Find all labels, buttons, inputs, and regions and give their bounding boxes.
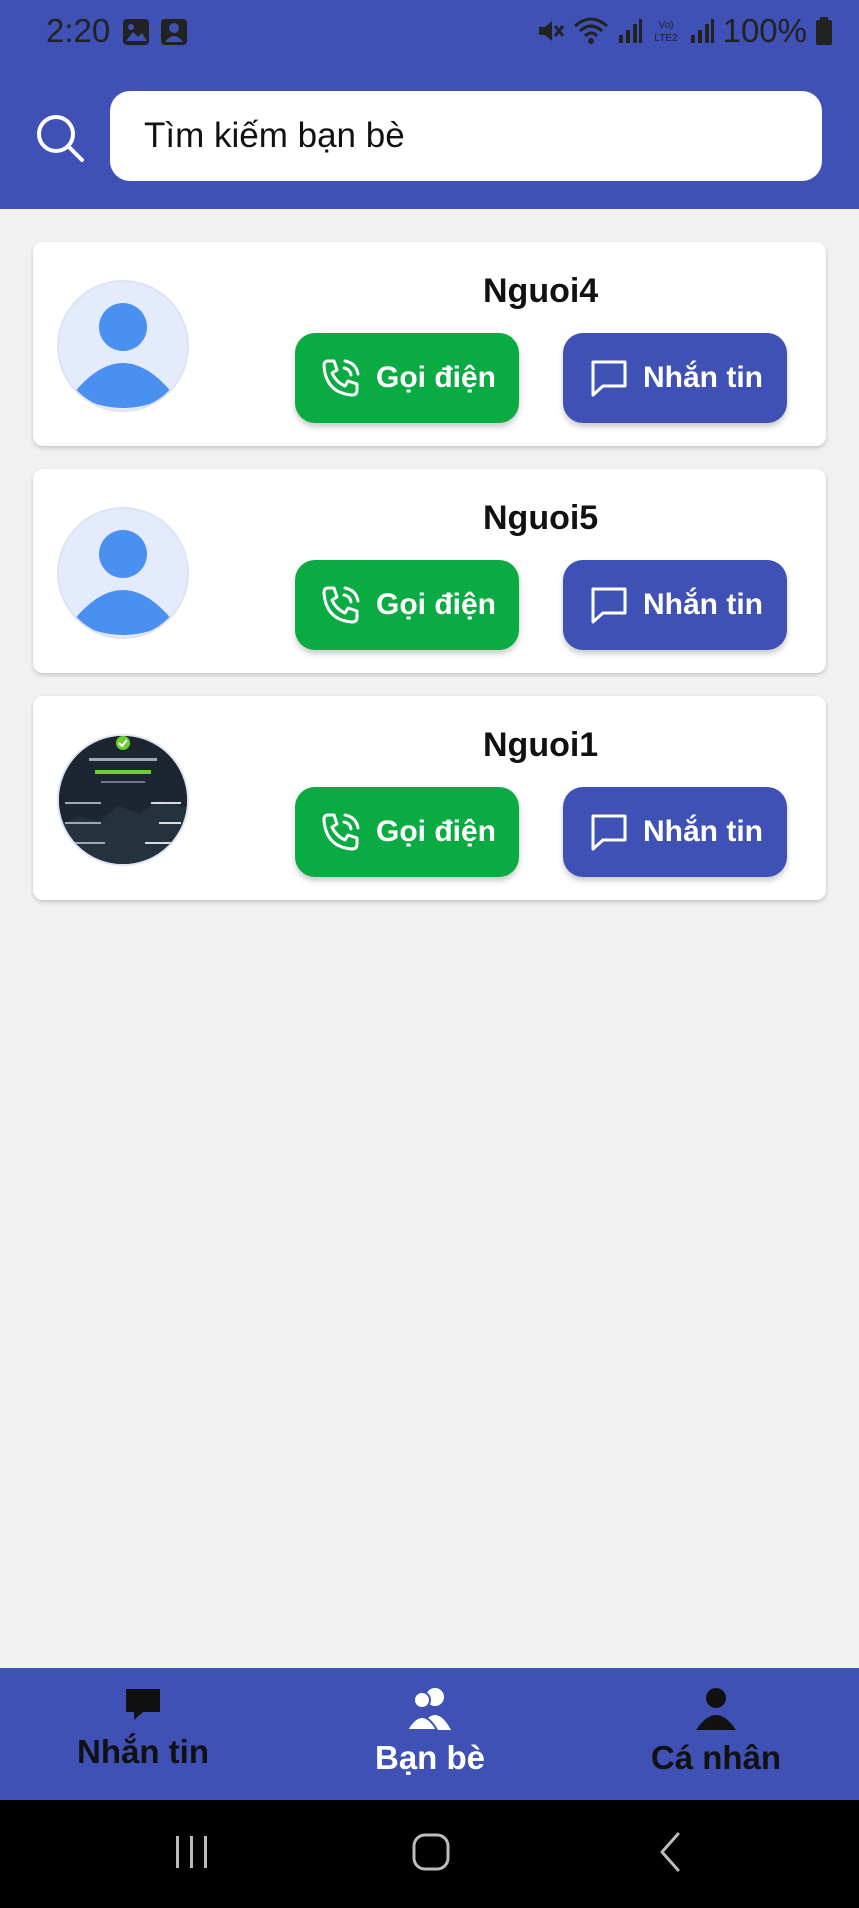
home-icon[interactable]: [410, 1830, 452, 1874]
message-button[interactable]: Nhắn tin: [563, 560, 787, 650]
back-icon[interactable]: [656, 1830, 686, 1874]
chat-bubble-icon: [591, 814, 627, 851]
friend-card: Nguoi5 Gọi điện Nhắn tin: [33, 469, 826, 673]
signal-icon: [690, 19, 714, 43]
recent-apps-icon[interactable]: [172, 1830, 212, 1874]
gallery-icon: [123, 19, 149, 45]
photo-avatar: [57, 734, 189, 866]
phone-call-icon: [322, 813, 360, 851]
svg-text:Vo): Vo): [658, 20, 673, 31]
call-button-label: Gọi điện: [376, 361, 496, 394]
phone-call-icon: [322, 359, 360, 397]
message-button[interactable]: Nhắn tin: [563, 333, 787, 423]
svg-text:LTE2: LTE2: [654, 33, 678, 44]
message-button-label: Nhắn tin: [643, 588, 763, 621]
nav-tab-friends[interactable]: Bạn bè: [330, 1686, 530, 1777]
wifi-icon: [573, 17, 608, 44]
contact-icon: [161, 19, 187, 45]
call-button[interactable]: Gọi điện: [295, 560, 519, 650]
friend-card: Nguoi4 Gọi điện Nhắn tin: [33, 242, 826, 446]
nav-tab-label: Bạn bè: [374, 1739, 486, 1776]
friend-name: Nguoi5: [483, 499, 599, 537]
nav-tab-messages[interactable]: Nhắn tin: [43, 1686, 243, 1771]
friend-name: Nguoi1: [483, 726, 599, 764]
default-avatar: [57, 280, 189, 412]
nav-tab-profile[interactable]: Cá nhân: [616, 1686, 816, 1777]
friend-name: Nguoi4: [483, 272, 599, 310]
person-icon: [696, 1688, 736, 1730]
volte-icon: Vo) LTE2: [654, 20, 678, 44]
status-bar: 2:20 Vo) LTE2 100%: [0, 0, 859, 64]
battery-percent: 100%: [722, 12, 807, 49]
friend-card: Nguoi1 Gọi điện Nhắn tin: [33, 696, 826, 900]
call-button[interactable]: Gọi điện: [295, 787, 519, 877]
call-button-label: Gọi điện: [376, 588, 496, 621]
chat-icon: [126, 1689, 160, 1720]
system-nav-bar: [0, 1800, 859, 1908]
signal-icon: [618, 19, 642, 43]
phone-call-icon: [322, 586, 360, 624]
chat-bubble-icon: [591, 360, 627, 397]
call-button-label: Gọi điện: [376, 815, 496, 848]
friends-icon: [405, 1688, 451, 1731]
mute-icon: [538, 21, 564, 41]
message-button[interactable]: Nhắn tin: [563, 787, 787, 877]
bottom-nav: Nhắn tin Bạn bè Cá nhân: [0, 1668, 859, 1800]
friend-list: Nguoi4 Gọi điện Nhắn tin Nguoi5 Gọi điện…: [33, 242, 826, 923]
search-icon[interactable]: [34, 112, 86, 164]
status-time: 2:20: [46, 12, 111, 49]
call-button[interactable]: Gọi điện: [295, 333, 519, 423]
app-header: [0, 64, 859, 209]
nav-tab-label: Nhắn tin: [77, 1733, 209, 1770]
message-button-label: Nhắn tin: [643, 815, 763, 848]
search-input[interactable]: [110, 91, 822, 181]
message-button-label: Nhắn tin: [643, 361, 763, 394]
default-avatar: [57, 507, 189, 639]
battery-icon: [816, 17, 832, 45]
chat-bubble-icon: [591, 587, 627, 624]
nav-tab-label: Cá nhân: [650, 1739, 782, 1776]
